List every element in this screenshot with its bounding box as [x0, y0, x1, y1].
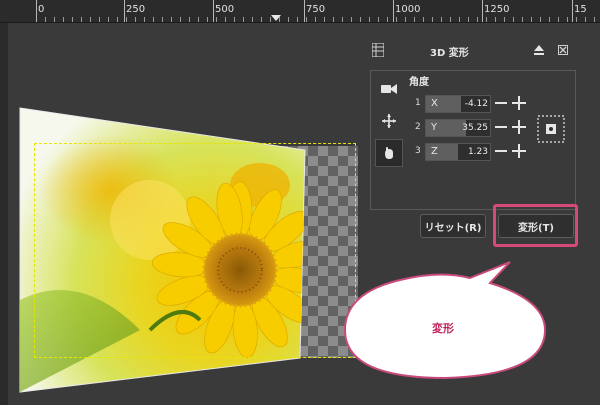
angle-z-increase-button[interactable]: [512, 144, 526, 158]
camera-mode-button[interactable]: [375, 75, 403, 103]
angle-y-spin-scale[interactable]: Y 35.25: [425, 119, 491, 137]
angle-z-spin-scale[interactable]: Z 1.23: [425, 143, 491, 161]
angle-x-value: -4.12: [464, 99, 488, 109]
axis-index: 1: [415, 98, 421, 108]
rotate-hand-icon: [385, 147, 393, 159]
axis-name: Z: [431, 146, 438, 157]
close-icon[interactable]: [558, 45, 568, 55]
angle-x-spin-scale[interactable]: X -4.12: [425, 95, 491, 113]
move-icon: [382, 114, 396, 128]
rotate-mode-button[interactable]: [375, 139, 403, 167]
angle-x-increase-button[interactable]: [512, 96, 526, 110]
move-mode-button[interactable]: [375, 107, 403, 135]
axis-index: 2: [415, 122, 421, 132]
panel-title: 3D 変形: [430, 48, 469, 59]
angle-y-value: 35.25: [462, 123, 488, 133]
axis-name: Y: [431, 122, 438, 133]
axis-index: 3: [415, 146, 421, 156]
pivot-selector-icon[interactable]: [537, 115, 565, 143]
selection-marquee: [34, 143, 356, 358]
angle-label: 角度: [409, 77, 429, 88]
panel-menu-icon[interactable]: [372, 43, 384, 57]
detach-icon[interactable]: [534, 45, 544, 55]
angle-z-decrease-button[interactable]: [495, 150, 507, 152]
axis-name: X: [431, 98, 438, 109]
angle-y-increase-button[interactable]: [512, 120, 526, 134]
transform-button-highlight: [493, 204, 578, 247]
panel-body: 角度 1 X -4.12 2 Y 35.25 3 Z 1.23: [370, 70, 576, 210]
angle-z-row: 3 Z 1.23: [415, 143, 535, 161]
mode-toolbar: [375, 75, 405, 171]
angle-x-row: 1 X -4.12: [415, 95, 535, 113]
callout-text: 変形: [432, 322, 454, 335]
angle-z-value: 1.23: [467, 147, 488, 157]
camera-icon: [381, 84, 397, 94]
panel-header: 3D 変形: [368, 38, 586, 64]
reset-button[interactable]: リセット(R): [420, 214, 486, 238]
angle-x-decrease-button[interactable]: [495, 102, 507, 104]
angle-y-decrease-button[interactable]: [495, 126, 507, 128]
angle-y-row: 2 Y 35.25: [415, 119, 535, 137]
